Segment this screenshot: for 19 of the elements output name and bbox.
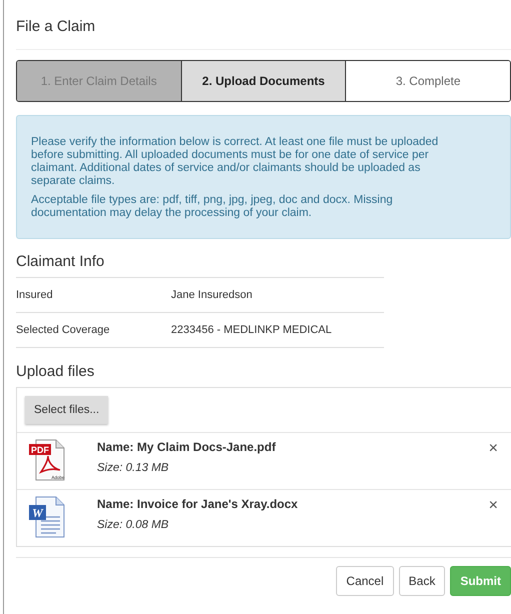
field-label: Insured xyxy=(16,289,54,301)
section-heading: Upload files xyxy=(16,363,96,380)
remove-button[interactable]: × xyxy=(488,440,498,458)
alert-text: Please verify the information below is correct. At least one file must be uploaded before submitting. All uploaded documents must be for one date of service per claimant. Additional dates of service and/or claimants should be uploaded as separate claims. xyxy=(31,136,440,188)
file-size: Size: 0.08 MB xyxy=(97,519,170,531)
page-title: File a Claim xyxy=(16,18,511,50)
file-name: Name: Invoice for Jane's Xray.docx xyxy=(97,497,299,511)
file-name: Name: My Claim Docs-Jane.pdf xyxy=(97,440,277,454)
remove-button[interactable]: × xyxy=(488,497,498,515)
select-files-button[interactable]: Select files... xyxy=(25,396,108,424)
action-button[interactable]: Back xyxy=(398,566,446,596)
field-label: Selected Coverage xyxy=(16,324,111,336)
field-value: Jane Insuredson xyxy=(171,289,252,301)
file-size: Size: 0.13 MB xyxy=(97,462,170,474)
field-value: 2233456 - MEDLINKP MEDICAL xyxy=(171,324,332,336)
alert-text: Acceptable file types are: pdf, tiff, png, jpg, jpeg, doc and docx. Missing documentation may delay the processing of your claim. xyxy=(31,194,394,220)
section-heading: Claimant Info xyxy=(16,253,106,270)
action-button[interactable]: Cancel xyxy=(336,566,394,596)
step-tab[interactable]: 2. Upload Documents xyxy=(182,61,346,101)
